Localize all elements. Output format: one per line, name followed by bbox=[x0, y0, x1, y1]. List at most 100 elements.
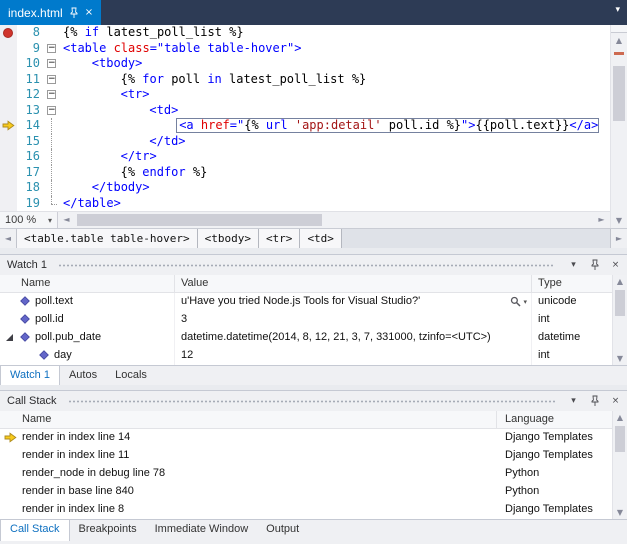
chevron-down-icon[interactable]: ▾ bbox=[523, 298, 527, 306]
breakpoint-icon[interactable] bbox=[3, 28, 13, 38]
callstack-frame[interactable]: render in index line 8Django Templates bbox=[0, 501, 627, 519]
indicator-margin[interactable] bbox=[0, 103, 17, 119]
zoom-control[interactable]: 100 % ▾ bbox=[0, 212, 58, 228]
splitter-grip[interactable] bbox=[611, 25, 627, 33]
fold-collapse-icon[interactable]: − bbox=[47, 44, 56, 53]
pin-icon[interactable] bbox=[587, 258, 602, 273]
pin-icon[interactable] bbox=[70, 7, 78, 19]
horizontal-scroll-track[interactable] bbox=[75, 212, 593, 228]
tab-autos[interactable]: Autos bbox=[60, 366, 106, 385]
watch-row[interactable]: day12int bbox=[0, 347, 627, 365]
window-menu-chevron-down-icon[interactable]: ▾ bbox=[566, 258, 581, 273]
fold-margin[interactable] bbox=[44, 149, 61, 165]
breadcrumb-right-icon[interactable]: ► bbox=[610, 229, 627, 248]
scroll-up-icon[interactable]: ▲ bbox=[611, 33, 627, 48]
callstack-frame[interactable]: render in base line 840Python bbox=[0, 483, 627, 501]
code-editor[interactable]: 8{% if latest_poll_list %}9−<table class… bbox=[0, 25, 610, 211]
tab-breakpoints[interactable]: Breakpoints bbox=[70, 520, 146, 541]
tab-list-chevron-down-icon[interactable]: ▾ bbox=[615, 5, 620, 15]
tab-locals[interactable]: Locals bbox=[106, 366, 156, 385]
fold-margin[interactable] bbox=[44, 180, 61, 196]
callstack-frame[interactable]: render in index line 11Django Templates bbox=[0, 447, 627, 465]
expander-expanded-icon[interactable] bbox=[6, 334, 13, 341]
watch-row[interactable]: poll.id3int bbox=[0, 311, 627, 329]
fold-collapse-icon[interactable]: − bbox=[47, 106, 56, 115]
horizontal-scroll-thumb[interactable] bbox=[77, 214, 322, 226]
column-header-name[interactable]: Name bbox=[0, 411, 497, 428]
tab-watch-1[interactable]: Watch 1 bbox=[0, 366, 60, 385]
scroll-up-icon[interactable]: ▲ bbox=[613, 411, 627, 424]
code-text: <tr> bbox=[119, 87, 150, 103]
callstack-scroll-thumb[interactable] bbox=[615, 426, 625, 452]
document-tab-index-html[interactable]: index.html × bbox=[0, 0, 101, 25]
fold-margin[interactable]: − bbox=[44, 41, 61, 57]
window-menu-chevron-down-icon[interactable]: ▾ bbox=[566, 394, 581, 409]
breadcrumb-segment[interactable]: <tr> bbox=[259, 229, 301, 248]
indicator-margin[interactable] bbox=[0, 134, 17, 150]
breadcrumb-segment[interactable]: <tbody> bbox=[198, 229, 259, 248]
callstack-scroll-track[interactable] bbox=[613, 424, 627, 506]
fold-margin[interactable] bbox=[44, 118, 61, 134]
scroll-right-icon[interactable]: ► bbox=[593, 212, 610, 228]
scroll-up-icon[interactable]: ▲ bbox=[613, 275, 627, 288]
column-header-language[interactable]: Language bbox=[497, 411, 627, 428]
column-header-value[interactable]: Value bbox=[175, 275, 532, 292]
indicator-margin[interactable] bbox=[0, 25, 17, 41]
scroll-left-icon[interactable]: ◄ bbox=[58, 212, 75, 228]
fold-margin[interactable] bbox=[44, 165, 61, 181]
indicator-margin[interactable] bbox=[0, 118, 17, 134]
fold-collapse-icon[interactable]: − bbox=[47, 75, 56, 84]
tab-output[interactable]: Output bbox=[257, 520, 308, 541]
scroll-down-icon[interactable]: ▼ bbox=[611, 213, 627, 228]
watch-scroll-track[interactable] bbox=[613, 288, 627, 352]
indicator-margin[interactable] bbox=[0, 41, 17, 57]
indicator-margin[interactable] bbox=[0, 165, 17, 181]
close-icon[interactable]: × bbox=[85, 8, 93, 18]
fold-margin[interactable]: − bbox=[44, 72, 61, 88]
watch-name: day bbox=[54, 349, 72, 361]
indicator-margin[interactable] bbox=[0, 56, 17, 72]
watch-vertical-scrollbar[interactable]: ▲ ▼ bbox=[612, 275, 627, 365]
fold-margin[interactable]: − bbox=[44, 56, 61, 72]
editor-vertical-scrollbar[interactable]: ▲ ▼ bbox=[610, 25, 627, 228]
indicator-margin[interactable] bbox=[0, 72, 17, 88]
breadcrumb-segment[interactable]: <table.table table-hover> bbox=[17, 229, 198, 248]
fold-margin[interactable] bbox=[44, 196, 61, 212]
vertical-scroll-thumb[interactable] bbox=[613, 66, 625, 121]
pin-icon[interactable] bbox=[587, 394, 602, 409]
close-icon[interactable]: × bbox=[608, 394, 623, 409]
editor-line: 14<a href="{% url 'app:detail' poll.id %… bbox=[0, 118, 610, 134]
code-token: "> bbox=[461, 118, 475, 132]
code-token: {% bbox=[121, 165, 143, 179]
callstack-vertical-scrollbar[interactable]: ▲ ▼ bbox=[612, 411, 627, 519]
watch-row[interactable]: poll.pub_datedatetime.datetime(2014, 8, … bbox=[0, 329, 627, 347]
callstack-frame[interactable]: render in index line 14Django Templates bbox=[0, 429, 627, 447]
line-number: 17 bbox=[17, 165, 44, 181]
indicator-margin[interactable] bbox=[0, 87, 17, 103]
callstack-frame[interactable]: render_node in debug line 78Python bbox=[0, 465, 627, 483]
vertical-scroll-track[interactable] bbox=[611, 48, 627, 213]
watch-scroll-thumb[interactable] bbox=[615, 290, 625, 316]
indicator-margin[interactable] bbox=[0, 149, 17, 165]
tab-immediate-window[interactable]: Immediate Window bbox=[146, 520, 258, 541]
close-icon[interactable]: × bbox=[608, 258, 623, 273]
scroll-down-icon[interactable]: ▼ bbox=[613, 506, 627, 519]
watch-title-bar[interactable]: Watch 1 ▾ × bbox=[0, 255, 627, 275]
indicator-margin[interactable] bbox=[0, 180, 17, 196]
text-visualizer-control[interactable]: ▾ bbox=[510, 296, 527, 307]
fold-collapse-icon[interactable]: − bbox=[47, 59, 56, 68]
scroll-down-icon[interactable]: ▼ bbox=[613, 352, 627, 365]
column-header-name[interactable]: Name bbox=[0, 275, 175, 292]
fold-margin[interactable]: − bbox=[44, 103, 61, 119]
breadcrumb-left-icon[interactable]: ◄ bbox=[0, 229, 17, 248]
indicator-margin[interactable] bbox=[0, 196, 17, 212]
frame-name-cell: render in index line 11 bbox=[0, 447, 497, 465]
tab-call-stack[interactable]: Call Stack bbox=[0, 520, 70, 541]
fold-margin[interactable] bbox=[44, 134, 61, 150]
fold-collapse-icon[interactable]: − bbox=[47, 90, 56, 99]
breadcrumb-segment[interactable]: <td> bbox=[300, 229, 342, 248]
fold-margin[interactable] bbox=[44, 25, 61, 41]
callstack-title-bar[interactable]: Call Stack ▾ × bbox=[0, 391, 627, 411]
fold-margin[interactable]: − bbox=[44, 87, 61, 103]
watch-row[interactable]: poll.textu'Have you tried Node.js Tools … bbox=[0, 293, 627, 311]
